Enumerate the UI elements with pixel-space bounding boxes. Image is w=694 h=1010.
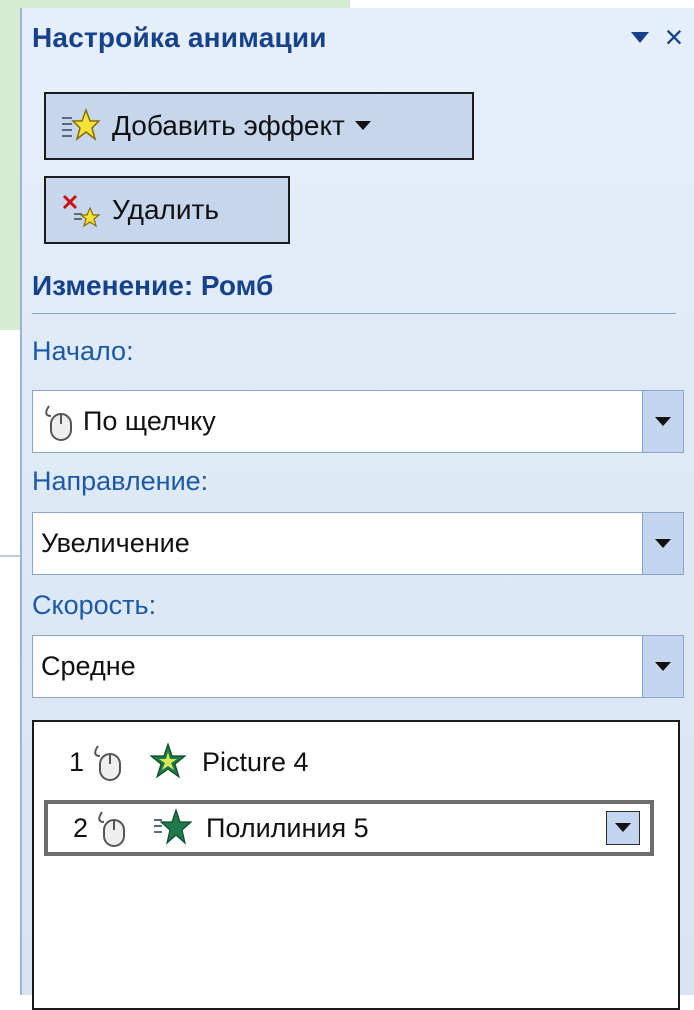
remove-label: Удалить (112, 194, 219, 225)
chevron-down-icon[interactable] (606, 811, 640, 845)
motion-star-icon (152, 808, 192, 848)
remove-effect-icon (60, 190, 100, 230)
animation-list[interactable]: 1 Picture 4 2 Полилиния 5 (32, 720, 680, 1010)
chevron-down-icon[interactable] (642, 513, 683, 574)
direction-select[interactable]: Увеличение (32, 512, 684, 575)
chevron-down-icon[interactable] (642, 636, 683, 697)
direction-label: Направление: (32, 466, 209, 496)
dropdown-triangle-icon[interactable] (628, 26, 652, 50)
start-select[interactable]: По щелчку (32, 390, 684, 453)
effect-section-title: Изменение: Ромб (32, 270, 274, 301)
pane-title: Настройка анимации (32, 22, 327, 53)
item-name: Picture 4 (202, 746, 309, 777)
start-value-wrap: По щелчку (33, 402, 642, 442)
add-effect-button[interactable]: Добавить эффект (44, 92, 474, 160)
mouse-icon (41, 402, 75, 442)
direction-value: Увеличение (41, 528, 190, 558)
item-number: 1 (68, 746, 84, 777)
item-name: Полилиния 5 (206, 812, 369, 843)
section-divider (32, 313, 676, 314)
emphasis-star-icon (148, 742, 188, 782)
mouse-icon (94, 808, 128, 848)
speed-value: Средне (41, 651, 136, 681)
custom-animation-pane: Настройка анимации × Добавить эффект Уда… (20, 8, 694, 1010)
close-icon[interactable]: × (658, 20, 690, 54)
chevron-down-icon (354, 121, 371, 131)
start-label: Начало: (32, 336, 134, 366)
pane-header: Настройка анимации × (22, 8, 694, 68)
add-effect-label: Добавить эффект (112, 110, 345, 141)
speed-label: Скорость: (32, 590, 157, 620)
speed-select[interactable]: Средне (32, 635, 684, 698)
mouse-icon (90, 742, 124, 782)
remove-button[interactable]: Удалить (44, 176, 290, 244)
list-item[interactable]: 1 Picture 4 (44, 734, 654, 790)
list-item-selected[interactable]: 2 Полилиния 5 (44, 800, 654, 856)
item-number: 2 (72, 812, 88, 843)
add-effect-star-icon (60, 106, 100, 146)
chevron-down-icon[interactable] (642, 391, 683, 452)
start-value: По щелчку (83, 406, 216, 436)
